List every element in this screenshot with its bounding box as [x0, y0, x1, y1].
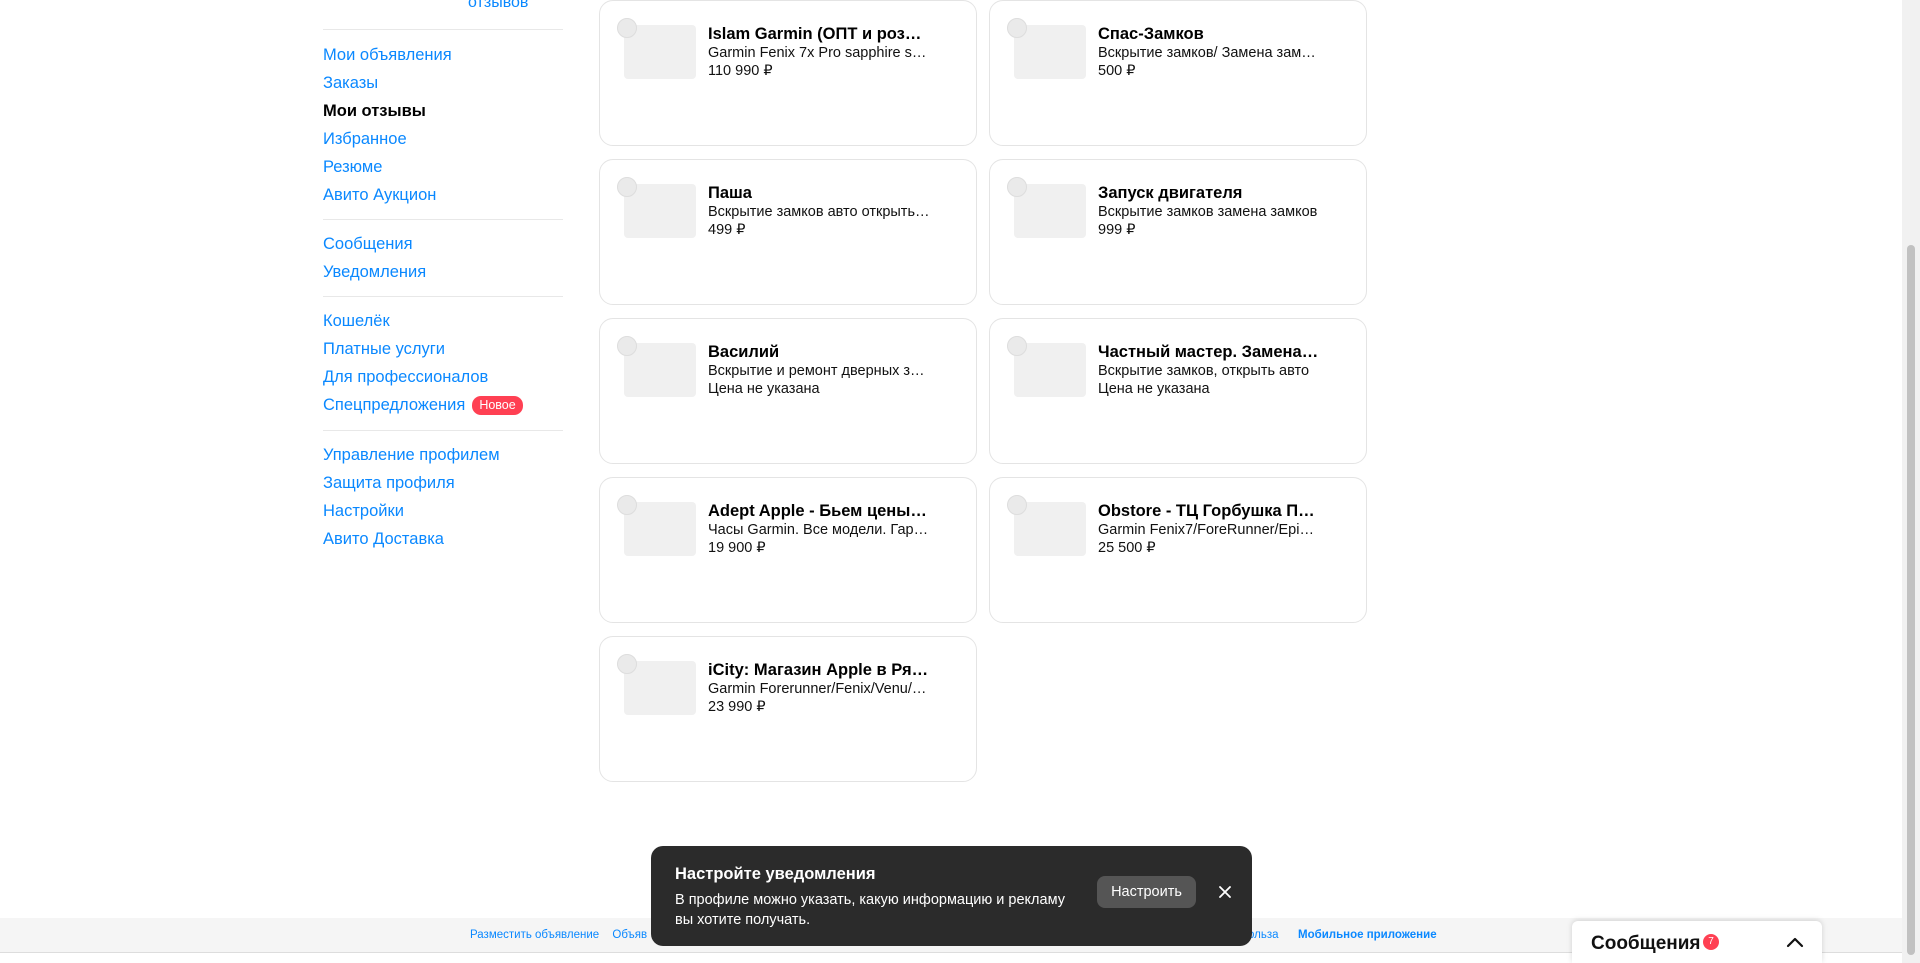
- footer-link-ads[interactable]: Объяв: [612, 929, 647, 941]
- messages-widget[interactable]: Сообщения 7: [1572, 921, 1822, 963]
- card-price: 500 ₽: [1098, 63, 1136, 79]
- sidebar-item-orders[interactable]: Заказы: [323, 69, 563, 97]
- card-price: 23 990 ₽: [708, 699, 766, 715]
- seller-avatar: [617, 18, 637, 38]
- sidebar-item-for-pros[interactable]: Для профессионалов: [323, 363, 563, 391]
- seller-avatar: [617, 177, 637, 197]
- card-title: Василий: [708, 343, 780, 361]
- footer-links: Разместить объявление Объяв: [470, 929, 657, 941]
- nav-group-profile: Управление профилем Защита профиля Настр…: [323, 441, 563, 553]
- sidebar-item-resume[interactable]: Резюме: [323, 153, 563, 181]
- card-description: Garmin Fenix7/ForeRunner/Epix/Instinct: [1098, 522, 1320, 538]
- card-description: Вскрытие и ремонт дверных замков: [708, 363, 930, 379]
- review-cards-grid: Islam Garmin (ОПТ и розница) Garmin Feni…: [599, 0, 1367, 784]
- card-description: Вскрытие замков замена замков: [1098, 204, 1318, 220]
- card-price: Цена не указана: [1098, 381, 1210, 397]
- review-card[interactable]: Adept Apple - Бьем цены конкурентов Часы…: [599, 477, 977, 623]
- sidebar-item-special-offers[interactable]: Спецпредложения Новое: [323, 391, 563, 419]
- sidebar-item-paid-services[interactable]: Платные услуги: [323, 335, 563, 363]
- card-description: Вскрытие замков, открыть авто: [1098, 363, 1310, 379]
- card-price: 25 500 ₽: [1098, 540, 1156, 556]
- seller-avatar: [617, 654, 637, 674]
- footer-link-mobile-app[interactable]: Мобильное приложение: [1298, 929, 1437, 941]
- notification-toast: Настройте уведомления В профиле можно ук…: [651, 846, 1252, 946]
- sidebar-item-my-ads[interactable]: Мои объявления: [323, 41, 563, 69]
- divider: [323, 219, 563, 220]
- review-card[interactable]: Запуск двигателя Вскрытие замков замена …: [989, 159, 1367, 305]
- card-title: Islam Garmin (ОПТ и розница): [708, 25, 930, 43]
- divider: [323, 430, 563, 431]
- review-card[interactable]: Частный мастер. Замена замков Вскрытие з…: [989, 318, 1367, 464]
- close-icon[interactable]: [1216, 883, 1234, 901]
- card-title: Паша: [708, 184, 752, 202]
- review-card[interactable]: iCity: Магазин Apple в Рязани Garmin For…: [599, 636, 977, 782]
- footer-link-partial[interactable]: ользa: [1248, 929, 1279, 941]
- card-title: Спас-Замков: [1098, 25, 1204, 43]
- new-badge: Новое: [472, 395, 523, 415]
- sidebar-item-my-reviews[interactable]: Мои отзывы: [323, 97, 563, 125]
- toast-body: В профиле можно указать, какую информаци…: [675, 892, 1065, 928]
- divider: [323, 29, 563, 30]
- nav-group-ads: Мои объявления Заказы Мои отзывы Избранн…: [323, 41, 563, 209]
- seller-avatar: [1007, 495, 1027, 515]
- card-price: 499 ₽: [708, 222, 746, 238]
- card-title: Частный мастер. Замена замков: [1098, 343, 1320, 361]
- card-description: Garmin Fenix 7x Pro sapphire solar: [708, 45, 930, 61]
- page-scrollbar[interactable]: [1902, 0, 1920, 963]
- footer-link-post-ad[interactable]: Разместить объявление: [470, 929, 599, 941]
- seller-avatar: [617, 336, 637, 356]
- sidebar-item-label: Спецпредложения: [323, 395, 466, 414]
- card-price: 19 900 ₽: [708, 540, 766, 556]
- sidebar-item-wallet[interactable]: Кошелёк: [323, 307, 563, 335]
- review-card[interactable]: Паша Вскрытие замков авто открыть авто 4…: [599, 159, 977, 305]
- toast-title: Настройте уведомления: [675, 865, 876, 883]
- card-price: Цена не указана: [708, 381, 820, 397]
- sidebar-item-messages[interactable]: Сообщения: [323, 230, 563, 258]
- review-card[interactable]: Василий Вскрытие и ремонт дверных замков…: [599, 318, 977, 464]
- nav-group-messages: Сообщения Уведомления: [323, 230, 563, 286]
- review-card[interactable]: Islam Garmin (ОПТ и розница) Garmin Feni…: [599, 0, 977, 146]
- chevron-up-icon[interactable]: [1786, 935, 1804, 949]
- sidebar-item-profile-protection[interactable]: Защита профиля: [323, 469, 563, 497]
- review-card[interactable]: Спас-Замков Вскрытие замков/ Замена замк…: [989, 0, 1367, 146]
- sidebar-item-auction[interactable]: Авито Аукцион: [323, 181, 563, 209]
- card-title: Obstore - ТЦ Горбушка Парк: [1098, 502, 1320, 520]
- seller-avatar: [1007, 177, 1027, 197]
- seller-avatar: [1007, 18, 1027, 38]
- card-description: Вскрытие замков авто открыть авто: [708, 204, 930, 220]
- card-title: iCity: Магазин Apple в Рязани: [708, 661, 930, 679]
- messages-widget-label: Сообщения: [1591, 933, 1701, 954]
- nav-group-wallet: Кошелёк Платные услуги Для профессионало…: [323, 307, 563, 419]
- card-description: Garmin Forerunner/Fenix/Venu/Instinct: [708, 681, 930, 697]
- sidebar-item-settings[interactable]: Настройки: [323, 497, 563, 525]
- card-title: Adept Apple - Бьем цены конкурентов: [708, 502, 930, 520]
- configure-button[interactable]: Настроить: [1097, 876, 1196, 908]
- sidebar-item-profile-management[interactable]: Управление профилем: [323, 441, 563, 469]
- unread-count-badge: 7: [1703, 934, 1719, 950]
- review-card[interactable]: Obstore - ТЦ Горбушка Парк Garmin Fenix7…: [989, 477, 1367, 623]
- sidebar-item-delivery[interactable]: Авито Доставка: [323, 525, 563, 553]
- card-description: Вскрытие замков/ Замена замков: [1098, 45, 1320, 61]
- seller-avatar: [617, 495, 637, 515]
- card-price: 999 ₽: [1098, 222, 1136, 238]
- card-price: 110 990 ₽: [708, 63, 773, 79]
- card-description: Часы Garmin. Все модели. Гарантия: [708, 522, 930, 538]
- sidebar-item-notifications[interactable]: Уведомления: [323, 258, 563, 286]
- seller-avatar: [1007, 336, 1027, 356]
- divider: [323, 296, 563, 297]
- reviews-count-link[interactable]: отзывов: [468, 0, 528, 12]
- sidebar-item-favorites[interactable]: Избранное: [323, 125, 563, 153]
- card-title: Запуск двигателя: [1098, 184, 1243, 202]
- scrollbar-thumb[interactable]: [1907, 245, 1915, 955]
